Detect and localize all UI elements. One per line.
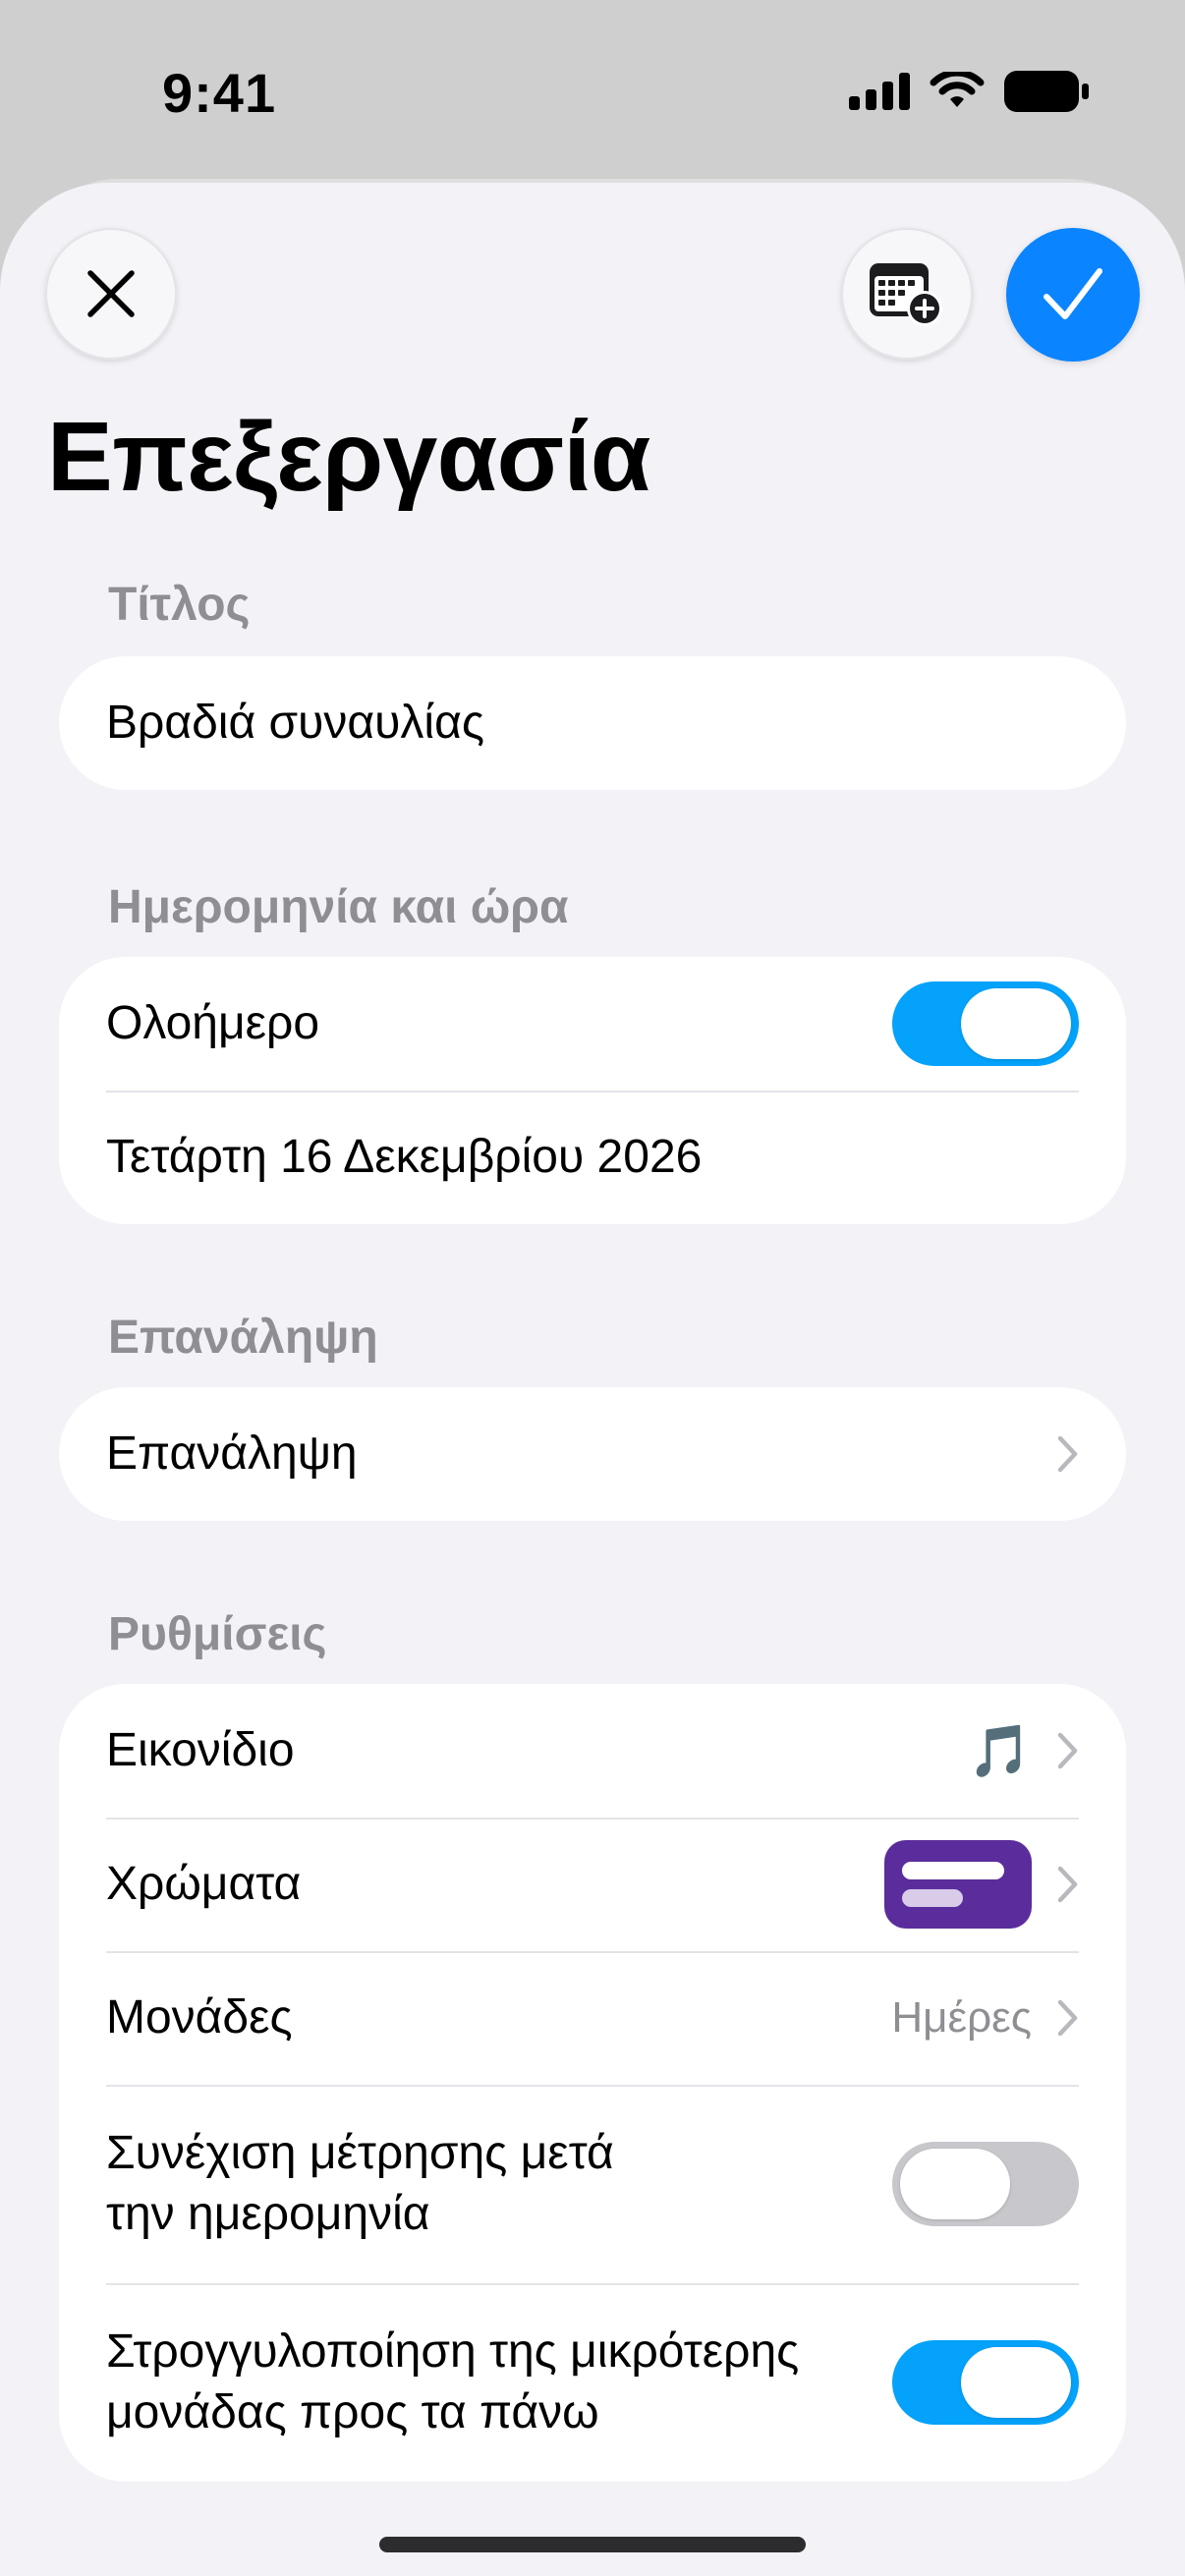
continue-counting-label: Συνέχιση μέτρησης μετά την ημερομηνία [106,2123,892,2246]
all-day-toggle[interactable] [892,981,1079,1066]
colors-label: Χρώματα [106,1857,302,1910]
toggle-knob [961,988,1071,1059]
repeat-card: Επανάληψη [59,1387,1126,1521]
status-icons [849,71,1089,112]
icon-label: Εικονίδιο [106,1723,295,1776]
close-button[interactable] [45,228,177,360]
battery-icon [1004,71,1089,112]
repeat-row[interactable]: Επανάληψη [59,1387,1126,1521]
color-swatch [884,1840,1032,1929]
continue-counting-line2: την ημερομηνία [106,2188,430,2240]
units-row[interactable]: Μονάδες Ημέρες [59,1951,1126,2085]
repeat-label: Επανάληψη [106,1427,358,1480]
round-up-line1: Στρογγυλοποίηση της μικρότερης [106,2324,800,2378]
date-card: Ολοήμερο Τετάρτη 16 Δεκεμβρίου 2026 [59,957,1126,1224]
home-indicator [379,2537,806,2552]
confirm-button[interactable] [1006,228,1140,362]
chevron-right-icon [1057,1866,1078,1903]
chevron-right-icon [1057,1732,1078,1769]
add-to-calendar-button[interactable] [841,228,973,360]
units-value: Ημέρες [891,1993,1032,2042]
round-up-line2: μονάδας προς τα πάνω [106,2386,599,2438]
section-header-date: Ημερομηνία και ώρα [108,881,569,933]
colors-row[interactable]: Χρώματα [59,1818,1126,1951]
toggle-knob [961,2347,1071,2418]
continue-counting-line1: Συνέχιση μέτρησης μετά [106,2126,614,2179]
section-header-settings: Ρυθμίσεις [108,1608,327,1660]
chevron-right-icon [1057,1435,1078,1473]
toggle-knob [900,2149,1010,2219]
checkmark-icon [1044,268,1102,319]
all-day-label: Ολοήμερο [106,996,320,1049]
cellular-signal-icon [849,73,910,110]
page-title: Επεξεργασία [47,402,650,512]
section-header-repeat: Επανάληψη [108,1312,378,1364]
music-note-icon: 🎵 [968,1722,1032,1780]
date-row[interactable]: Τετάρτη 16 Δεκεμβρίου 2026 [59,1091,1126,1224]
title-card: Βραδιά συναυλίας [59,656,1126,790]
title-input[interactable]: Βραδιά συναυλίας [106,693,1079,754]
continue-counting-toggle[interactable] [892,2142,1079,2226]
section-header-title: Τίτλος [108,579,251,631]
round-up-row: Στρογγυλοποίηση της μικρότερης μονάδας π… [59,2283,1126,2482]
title-input-row[interactable]: Βραδιά συναυλίας [59,656,1126,790]
all-day-row: Ολοήμερο [59,957,1126,1091]
status-bar: 9:41 [0,0,1185,187]
chevron-right-icon [1057,1999,1078,2037]
icon-row[interactable]: Εικονίδιο 🎵 [59,1684,1126,1818]
settings-card: Εικονίδιο 🎵 Χρώματα Μονάδες Ημέρες Συνέχ… [59,1684,1126,2482]
wifi-icon [930,72,985,107]
status-time: 9:41 [162,62,277,124]
units-label: Μονάδες [106,1990,293,2044]
continue-counting-row: Συνέχιση μέτρησης μετά την ημερομηνία [59,2085,1126,2283]
round-up-toggle[interactable] [892,2340,1079,2425]
close-icon [87,270,135,317]
date-value: Τετάρτη 16 Δεκεμβρίου 2026 [106,1130,703,1183]
round-up-label: Στρογγυλοποίηση της μικρότερης μονάδας π… [106,2322,892,2444]
calendar-add-icon [870,263,942,326]
